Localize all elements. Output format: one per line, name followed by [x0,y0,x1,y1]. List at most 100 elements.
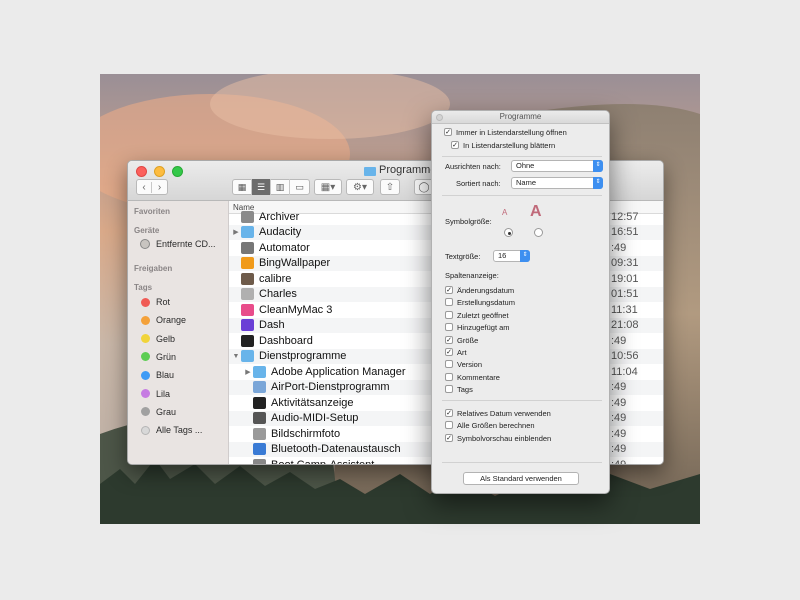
panel-divider [442,462,602,463]
option-label: Hinzugefügt am [457,323,510,333]
option-checkbox[interactable]: ✓ [445,348,453,356]
disclosure-triangle-icon[interactable]: ▼ [231,353,241,360]
close-button[interactable] [136,166,147,177]
option-checkbox[interactable] [445,360,453,369]
file-date: :49 [611,443,627,456]
option-checkbox[interactable] [445,385,453,394]
sidebar-tag-item[interactable]: Orange [141,315,186,325]
file-date: :49 [611,427,627,440]
sidebar-tag-item[interactable]: Rot [141,297,170,307]
panel-divider [442,195,602,196]
option-checkbox[interactable]: ✓ [445,409,453,417]
sort-select[interactable]: Name ⇕ [511,177,603,189]
option-checkbox[interactable] [445,298,453,307]
panel-titlebar[interactable]: Programme [432,111,609,124]
file-name: Charles [259,288,297,301]
option-checkbox[interactable] [445,323,453,332]
column-view-icon[interactable]: ▥ [271,179,290,195]
optical-disc-icon [140,239,150,249]
disclosure-triangle-icon[interactable]: ▶ [243,368,253,376]
tag-color-dot-icon [141,352,150,362]
tag-color-dot-icon [141,370,150,380]
file-name: Adobe Application Manager [271,365,406,378]
file-name: Bildschirmfoto [271,427,341,440]
file-name: Archiver [259,210,300,223]
text-size-label: Textgröße: [445,252,481,261]
view-options-panel[interactable]: Programme ✓ Immer in Listendarstellung ö… [431,110,610,494]
share-button[interactable]: ⇧ [380,179,400,195]
option-checkbox[interactable]: ✓ [445,433,453,442]
panel-title: Programme [499,112,542,121]
text-size-select[interactable]: 16 ⇕ [493,250,530,262]
back-forward-buttons[interactable]: ‹ › [136,179,168,195]
chevron-right-icon[interactable]: › [152,182,167,193]
icon-size-small-radio[interactable] [504,228,513,237]
bootcamp-icon [253,458,266,464]
option-checkbox[interactable] [445,310,453,319]
midi-icon [253,412,266,425]
file-name: Dashboard [259,334,313,347]
select-arrows-icon: ⇕ [593,177,603,189]
file-date: 10:56 [611,350,639,363]
option-label: Symbolvorschau einblenden [457,433,552,443]
option-label: Änderungsdatum [457,286,515,295]
select-arrows-icon: ⇕ [520,250,530,262]
cover-flow-icon[interactable]: ▭ [290,179,309,195]
tag-color-dot-icon [141,334,150,344]
sidebar-tag-item[interactable]: Blau [141,370,174,380]
file-name: Bluetooth-Datenaustausch [271,443,401,456]
option-checkbox[interactable]: ✓ [445,286,453,294]
option-checkbox[interactable] [445,421,453,430]
list-view-icon[interactable]: ☰ [252,179,271,195]
panel-divider [442,156,602,157]
file-date: 21:08 [611,319,639,332]
cleanmymac-icon [241,303,254,316]
bing-icon [241,257,254,270]
sidebar-tag-label: Blau [156,370,175,381]
dashboard-icon [241,334,254,347]
sidebar-tag-item[interactable]: Gelb [141,334,175,344]
file-name: Automator [259,241,310,254]
folder-icon [241,226,254,239]
option-checkbox[interactable]: ✓ [445,335,453,344]
panel-divider [442,400,602,401]
icon-size-large-radio[interactable] [534,228,543,237]
sidebar-tag-item[interactable]: Grün [141,352,176,362]
always-list-label: Immer in Listendarstellung öffnen [456,128,567,137]
file-date: :49 [611,412,627,425]
action-menu-button[interactable]: ⚙▾ [346,179,374,195]
file-date: :49 [611,458,627,465]
file-date: 11:04 [611,365,638,378]
always-list-checkbox[interactable]: ✓ [444,128,452,136]
sidebar-tag-item[interactable]: Grau [141,407,176,417]
tag-color-dot-icon [141,297,150,307]
zoom-button[interactable] [172,166,183,177]
chevron-left-icon[interactable]: ‹ [137,181,153,193]
bluetooth-icon [253,443,266,456]
disclosure-triangle-icon[interactable]: ▶ [231,228,241,236]
align-select[interactable]: Ohne ⇕ [511,160,603,172]
calibre-icon [241,272,254,285]
icon-view-icon[interactable]: ▦ [233,179,252,195]
sidebar-header-favorites: Favoriten [134,207,171,216]
large-app-icon: A [530,203,542,220]
automator-icon [241,241,254,254]
sidebar-tag-label: Rot [156,297,171,307]
small-app-icon: A [502,208,508,217]
text-size-value: 16 [498,251,507,260]
view-mode-segmented-control[interactable]: ▦ ☰ ▥ ▭ [232,179,310,195]
panel-close-button[interactable] [436,114,443,121]
option-label: Version [457,360,483,370]
sidebar-item-remote-cd[interactable]: Entfernte CD... [140,239,216,249]
arrange-menu-button[interactable]: ▦▾ [314,179,342,195]
file-date: :49 [611,241,627,254]
browse-list-checkbox[interactable]: ✓ [451,141,459,149]
sidebar-tag-label: Lila [156,388,171,399]
sidebar-tag-item[interactable]: Alle Tags ... [141,425,202,435]
sidebar-tag-item[interactable]: Lila [141,389,170,399]
option-checkbox[interactable] [445,372,453,381]
file-name: AirPort-Dienstprogramm [271,381,390,394]
minimize-button[interactable] [154,166,165,177]
use-as-default-button[interactable]: Als Standard verwenden [463,472,579,485]
file-date: 01:51 [611,288,639,301]
